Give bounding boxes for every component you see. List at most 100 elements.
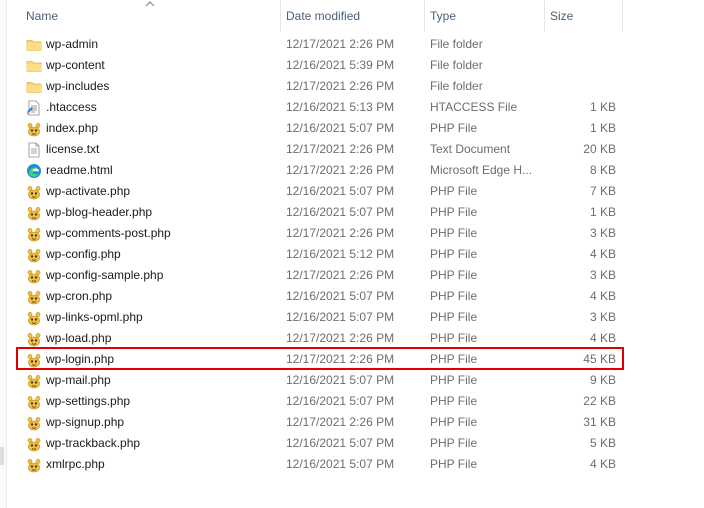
list-item[interactable]: .htaccess 12/16/2021 5:13 PM HTACCESS File… bbox=[0, 97, 704, 118]
file-date-modified: 12/16/2021 5:07 PM bbox=[286, 184, 395, 198]
list-item[interactable]: wp-cron.php 12/16/2021 5:07 PM PHP File 4 K… bbox=[0, 286, 704, 307]
file-date-modified: 12/16/2021 5:07 PM bbox=[286, 436, 395, 450]
file-type: Microsoft Edge H... bbox=[430, 163, 533, 177]
list-item[interactable]: wp-settings.php 12/16/2021 5:07 PM PHP Fil… bbox=[0, 391, 704, 412]
php-file-icon bbox=[26, 394, 42, 410]
column-header-bar: Name Date modified Type Size bbox=[0, 0, 704, 32]
list-item[interactable]: readme.html 12/17/2021 2:26 PM Microsoft E… bbox=[0, 160, 704, 181]
file-name: wp-settings.php bbox=[46, 394, 131, 408]
file-date-modified: 12/16/2021 5:07 PM bbox=[286, 310, 395, 324]
edge-icon bbox=[26, 163, 42, 179]
file-date-modified: 12/17/2021 2:26 PM bbox=[286, 37, 395, 51]
list-item-highlighted[interactable]: wp-login.php 12/17/2021 2:26 PM PHP File 45… bbox=[0, 349, 704, 370]
file-size bbox=[540, 55, 616, 76]
list-item[interactable]: wp-blog-header.php 12/16/2021 5:07 PM PHP … bbox=[0, 202, 704, 223]
file-size: 4 KB bbox=[589, 457, 616, 471]
file-name: wp-config.php bbox=[46, 247, 121, 261]
list-item[interactable]: wp-config.php 12/16/2021 5:12 PM PHP File 4… bbox=[0, 244, 704, 265]
file-type: PHP File bbox=[430, 289, 478, 303]
php-file-icon bbox=[26, 373, 42, 389]
file-name: index.php bbox=[46, 121, 99, 135]
file-type: PHP File bbox=[430, 373, 478, 387]
list-item[interactable]: wp-admin 12/17/2021 2:26 PM File folder bbox=[0, 34, 704, 55]
list-item[interactable]: wp-signup.php 12/17/2021 2:26 PM PHP File 3… bbox=[0, 412, 704, 433]
text-file-icon bbox=[26, 100, 42, 116]
list-item[interactable]: index.php 12/16/2021 5:07 PM PHP File 1 KB bbox=[0, 118, 704, 139]
list-item[interactable]: wp-trackback.php 12/16/2021 5:07 PM PHP Fi… bbox=[0, 433, 704, 454]
file-size: 31 KB bbox=[583, 415, 616, 429]
file-size: 7 KB bbox=[589, 184, 616, 198]
file-type: PHP File bbox=[430, 352, 478, 366]
list-item[interactable]: license.txt 12/17/2021 2:26 PM Text Docume… bbox=[0, 139, 704, 160]
column-divider[interactable] bbox=[622, 0, 623, 32]
file-type: PHP File bbox=[430, 457, 478, 471]
list-item[interactable]: wp-comments-post.php 12/17/2021 2:26 PM PH… bbox=[0, 223, 704, 244]
file-size: 1 KB bbox=[589, 100, 616, 114]
file-size: 3 KB bbox=[589, 226, 616, 240]
list-item[interactable]: wp-includes 12/17/2021 2:26 PM File folder bbox=[0, 76, 704, 97]
file-date-modified: 12/17/2021 2:26 PM bbox=[286, 163, 395, 177]
php-file-icon bbox=[26, 205, 42, 221]
file-type: PHP File bbox=[430, 121, 478, 135]
file-date-modified: 12/16/2021 5:39 PM bbox=[286, 58, 395, 72]
file-size: 1 KB bbox=[589, 121, 616, 135]
file-date-modified: 12/17/2021 2:26 PM bbox=[286, 331, 395, 345]
list-item[interactable]: wp-content 12/16/2021 5:39 PM File folder bbox=[0, 55, 704, 76]
file-size: 9 KB bbox=[589, 373, 616, 387]
column-divider[interactable] bbox=[280, 0, 281, 32]
list-item[interactable]: wp-mail.php 12/16/2021 5:07 PM PHP File 9 K… bbox=[0, 370, 704, 391]
file-date-modified: 12/16/2021 5:07 PM bbox=[286, 457, 395, 471]
file-size: 8 KB bbox=[589, 163, 616, 177]
file-date-modified: 12/16/2021 5:07 PM bbox=[286, 373, 395, 387]
file-type: PHP File bbox=[430, 268, 478, 282]
column-header-size[interactable]: Size bbox=[550, 0, 622, 32]
file-type: Text Document bbox=[430, 142, 511, 156]
file-name: .htaccess bbox=[46, 100, 97, 114]
file-size: 5 KB bbox=[589, 436, 616, 450]
file-type: PHP File bbox=[430, 226, 478, 240]
file-date-modified: 12/16/2021 5:07 PM bbox=[286, 121, 395, 135]
list-item[interactable]: wp-config-sample.php 12/17/2021 2:26 PM PH… bbox=[0, 265, 704, 286]
file-name: wp-links-opml.php bbox=[46, 310, 143, 324]
file-size: 22 KB bbox=[583, 394, 616, 408]
file-name: wp-signup.php bbox=[46, 415, 125, 429]
file-name: wp-load.php bbox=[46, 331, 112, 345]
php-file-icon bbox=[26, 289, 42, 305]
file-type: PHP File bbox=[430, 247, 478, 261]
column-header-date-modified[interactable]: Date modified bbox=[286, 0, 424, 32]
file-size: 4 KB bbox=[589, 331, 616, 345]
file-type: PHP File bbox=[430, 415, 478, 429]
column-header-name[interactable]: Name bbox=[26, 0, 280, 32]
file-size: 20 KB bbox=[583, 142, 616, 156]
folder-icon bbox=[26, 58, 42, 74]
file-size: 1 KB bbox=[589, 205, 616, 219]
list-item[interactable]: wp-activate.php 12/16/2021 5:07 PM PHP Fil… bbox=[0, 181, 704, 202]
column-divider[interactable] bbox=[424, 0, 425, 32]
folder-icon bbox=[26, 79, 42, 95]
document-icon bbox=[26, 142, 42, 158]
php-file-icon bbox=[26, 247, 42, 263]
file-date-modified: 12/17/2021 2:26 PM bbox=[286, 268, 395, 282]
file-name: wp-cron.php bbox=[46, 289, 113, 303]
list-item[interactable]: wp-links-opml.php 12/16/2021 5:07 PM PHP F… bbox=[0, 307, 704, 328]
php-file-icon bbox=[26, 310, 42, 326]
list-item[interactable]: xmlrpc.php 12/16/2021 5:07 PM PHP File 4 KB bbox=[0, 454, 704, 475]
file-date-modified: 12/16/2021 5:07 PM bbox=[286, 394, 395, 408]
list-item[interactable]: wp-load.php 12/17/2021 2:26 PM PHP File 4 K… bbox=[0, 328, 704, 349]
file-type: PHP File bbox=[430, 205, 478, 219]
file-name: wp-login.php bbox=[46, 352, 115, 366]
php-file-icon bbox=[26, 436, 42, 452]
php-file-icon bbox=[26, 226, 42, 242]
php-file-icon bbox=[26, 184, 42, 200]
file-type: PHP File bbox=[430, 331, 478, 345]
file-name: wp-trackback.php bbox=[46, 436, 141, 450]
file-name: wp-content bbox=[46, 58, 105, 72]
php-file-icon bbox=[26, 352, 42, 368]
column-divider[interactable] bbox=[544, 0, 545, 32]
file-date-modified: 12/16/2021 5:07 PM bbox=[286, 289, 395, 303]
file-name: wp-mail.php bbox=[46, 373, 111, 387]
file-size: 4 KB bbox=[589, 247, 616, 261]
file-date-modified: 12/17/2021 2:26 PM bbox=[286, 79, 395, 93]
column-header-type[interactable]: Type bbox=[430, 0, 538, 32]
file-type: File folder bbox=[430, 37, 483, 51]
